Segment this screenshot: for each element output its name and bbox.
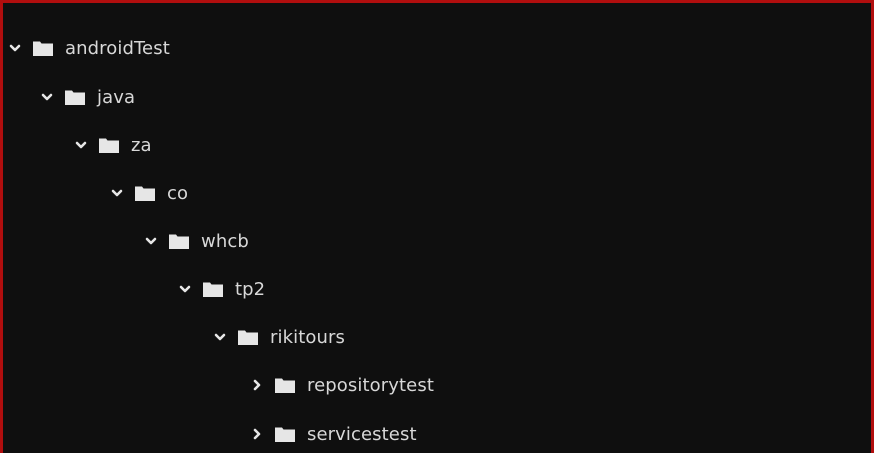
tree-item-label: rikitours xyxy=(270,326,345,348)
folder-icon xyxy=(203,281,223,297)
folder-icon xyxy=(33,40,53,56)
chevron-down-icon[interactable] xyxy=(75,139,87,151)
tree-item-repositorytest[interactable]: repositorytest xyxy=(251,370,434,400)
tree-item-label: repositorytest xyxy=(307,374,434,396)
tree-item-rikitours[interactable]: rikitours xyxy=(214,322,345,352)
chevron-right-icon[interactable] xyxy=(251,428,263,440)
tree-item-tp2[interactable]: tp2 xyxy=(179,274,265,304)
folder-icon xyxy=(275,377,295,393)
folder-icon xyxy=(169,233,189,249)
folder-icon xyxy=(65,89,85,105)
chevron-down-icon[interactable] xyxy=(41,91,53,103)
file-tree: androidTest java za co whcb tp2 rikitour… xyxy=(3,3,871,453)
tree-item-whcb[interactable]: whcb xyxy=(145,226,249,256)
tree-item-java[interactable]: java xyxy=(41,82,135,112)
folder-icon xyxy=(135,185,155,201)
tree-item-label: servicestest xyxy=(307,423,417,445)
tree-item-label: androidTest xyxy=(65,37,170,59)
folder-icon xyxy=(238,329,258,345)
folder-icon xyxy=(99,137,119,153)
chevron-down-icon[interactable] xyxy=(145,235,157,247)
tree-item-za[interactable]: za xyxy=(75,130,152,160)
chevron-down-icon[interactable] xyxy=(9,42,21,54)
tree-item-androidTest[interactable]: androidTest xyxy=(9,33,170,63)
chevron-right-icon[interactable] xyxy=(251,379,263,391)
folder-icon xyxy=(275,426,295,442)
tree-item-label: tp2 xyxy=(235,278,266,300)
tree-item-label: co xyxy=(167,182,189,204)
chevron-down-icon[interactable] xyxy=(179,283,191,295)
window-frame: androidTest java za co whcb tp2 rikitour… xyxy=(0,0,874,453)
chevron-down-icon[interactable] xyxy=(111,187,123,199)
tree-item-label: java xyxy=(97,86,136,108)
tree-item-servicestest[interactable]: servicestest xyxy=(251,419,417,449)
chevron-down-icon[interactable] xyxy=(214,331,226,343)
tree-item-label: whcb xyxy=(201,230,249,252)
tree-item-label: za xyxy=(131,134,152,156)
tree-item-co[interactable]: co xyxy=(111,178,188,208)
